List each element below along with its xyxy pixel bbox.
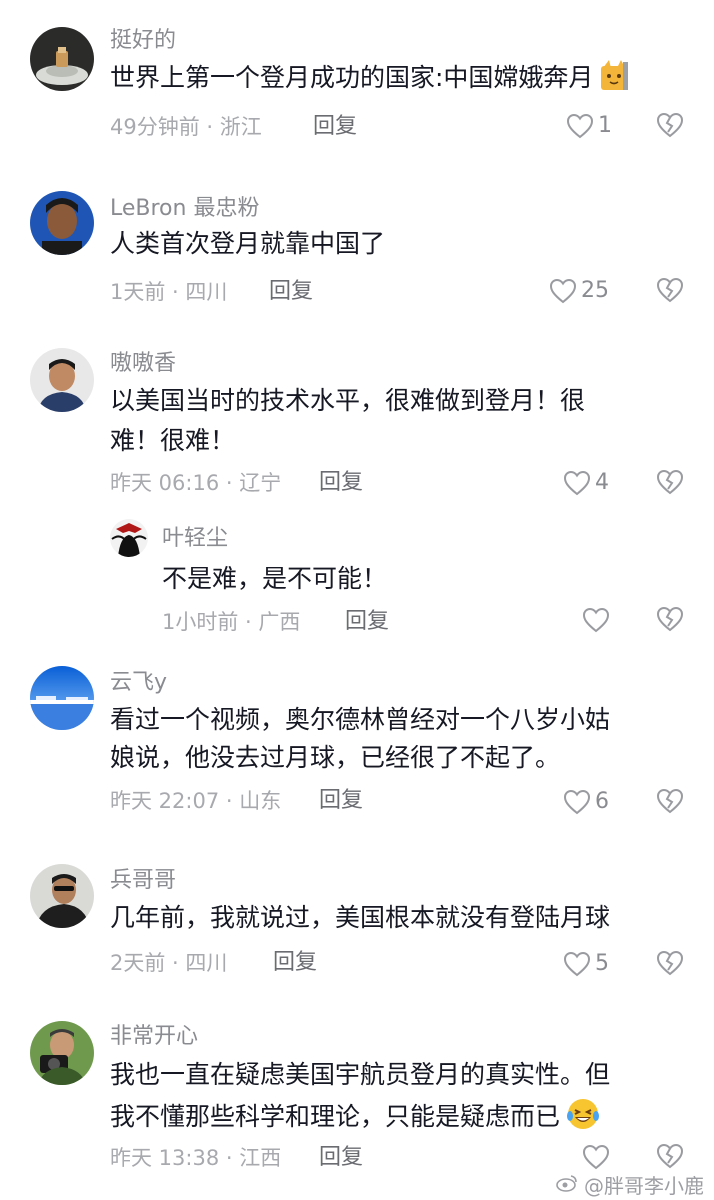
comment-text-line: 我不懂那些科学和理论，只能是疑虑而已 <box>110 1097 610 1141</box>
avatar[interactable] <box>30 191 94 255</box>
dislike-button[interactable] <box>656 1143 684 1171</box>
comment-text: 我也一直在疑虑美国宇航员登月的真实性。但 我不懂那些科学和理论，只能是疑虑而已 <box>110 1057 610 1141</box>
like-count: 25 <box>581 278 609 303</box>
comment-username[interactable]: 非常开心 <box>110 1024 198 1050</box>
weibo-logo-icon <box>556 1173 578 1197</box>
reply-text-line: 不是难，是不可能！ <box>162 564 388 593</box>
broken-heart-icon <box>656 606 684 632</box>
comment-username[interactable]: 挺好的 <box>110 28 176 54</box>
broken-heart-icon <box>656 788 684 814</box>
reply-button[interactable]: 回复 <box>319 470 363 496</box>
avatar[interactable] <box>110 519 148 557</box>
comment-text-line: 人类首次登月就靠中国了 <box>110 229 386 258</box>
comment-text: 看过一个视频，奥尔德林曾经对一个八岁小姑 娘说，他没去过月球，已经很了不起了。 <box>110 702 610 776</box>
dislike-button[interactable] <box>656 950 684 978</box>
reply-button[interactable]: 回复 <box>313 114 357 140</box>
comment-username[interactable]: 云飞y <box>110 670 167 696</box>
like-button[interactable]: 4 <box>563 469 609 497</box>
like-count: 1 <box>598 113 612 138</box>
comment-text-line: 难！很难！ <box>110 426 236 455</box>
like-button[interactable] <box>582 1143 610 1171</box>
comment-text-line: 几年前，我就说过，美国根本就没有登陆月球 <box>110 903 611 932</box>
comment-meta: 昨天 13:38 · 江西 <box>110 1146 282 1170</box>
avatar[interactable] <box>30 666 94 730</box>
comment-username[interactable]: LeBron 最忠粉 <box>110 196 259 222</box>
reply-meta: 1小时前 · 广西 <box>162 610 301 634</box>
dislike-button[interactable] <box>656 277 684 305</box>
comment-text-line-content: 我不懂那些科学和理论，只能是疑虑而已 <box>110 1102 561 1131</box>
comment-text: 几年前，我就说过，美国根本就没有登陆月球 <box>110 900 610 936</box>
broken-heart-icon <box>656 277 684 303</box>
like-button[interactable]: 1 <box>566 112 612 140</box>
heart-icon <box>582 607 610 633</box>
broken-heart-icon <box>656 112 684 138</box>
comment-meta: 昨天 22:07 · 山东 <box>110 789 282 813</box>
heart-icon <box>566 113 594 139</box>
comment-text-line: 娘说，他没去过月球，已经很了不起了。 <box>110 743 561 772</box>
heart-icon <box>582 1144 610 1170</box>
comment-meta: 1天前 · 四川 <box>110 280 228 304</box>
broken-heart-icon <box>656 1143 684 1169</box>
comment-text: 以美国当时的技术水平，很难做到登月！很 难！很难！ <box>110 383 585 459</box>
like-button[interactable]: 25 <box>549 277 609 305</box>
dislike-button[interactable] <box>656 469 684 497</box>
watermark-text: @胖哥李小鹿 <box>584 1174 704 1198</box>
like-button[interactable] <box>582 606 610 634</box>
reply-button[interactable]: 回复 <box>345 609 389 635</box>
heart-icon <box>563 470 591 496</box>
heart-icon <box>563 789 591 815</box>
laughing-tears-emoji-icon <box>566 1097 600 1141</box>
like-count: 5 <box>595 951 609 976</box>
like-button[interactable]: 6 <box>563 788 609 816</box>
comment-meta: 昨天 06:16 · 辽宁 <box>110 471 282 495</box>
comment-text-line: 我也一直在疑虑美国宇航员登月的真实性。但 <box>110 1060 611 1089</box>
comment-text-line: 世界上第一个登月成功的国家:中国嫦娥奔月 <box>110 63 594 92</box>
comment-text: 世界上第一个登月成功的国家:中国嫦娥奔月 <box>110 60 629 102</box>
broken-heart-icon <box>656 950 684 976</box>
dislike-button[interactable] <box>656 788 684 816</box>
avatar[interactable] <box>30 864 94 928</box>
comment-username[interactable]: 嗷嗷香 <box>110 351 176 377</box>
dislike-button[interactable] <box>656 112 684 140</box>
avatar[interactable] <box>30 27 94 91</box>
reply-button[interactable]: 回复 <box>273 950 317 976</box>
dislike-button[interactable] <box>656 606 684 634</box>
broken-heart-icon <box>656 469 684 495</box>
reply-button[interactable]: 回复 <box>319 788 363 814</box>
avatar[interactable] <box>30 1021 94 1085</box>
comment-text-line: 以美国当时的技术水平，很难做到登月！很 <box>110 386 586 415</box>
like-count: 6 <box>595 789 609 814</box>
comment-text: 人类首次登月就靠中国了 <box>110 226 385 262</box>
reply-button[interactable]: 回复 <box>319 1145 363 1171</box>
comment-text-line: 看过一个视频，奥尔德林曾经对一个八岁小姑 <box>110 705 611 734</box>
heart-icon <box>549 278 577 304</box>
watermark: @胖哥李小鹿 <box>556 1170 704 1199</box>
heart-icon <box>563 951 591 977</box>
reply-text: 不是难，是不可能！ <box>162 561 387 597</box>
avatar[interactable] <box>30 348 94 412</box>
reply-button[interactable]: 回复 <box>269 279 313 305</box>
comment-meta: 49分钟前 · 浙江 <box>110 115 262 139</box>
like-button[interactable]: 5 <box>563 950 609 978</box>
reply-username[interactable]: 叶轻尘 <box>162 526 228 552</box>
like-count: 4 <box>595 470 609 495</box>
comment-username[interactable]: 兵哥哥 <box>110 868 176 894</box>
comment-meta: 2天前 · 四川 <box>110 951 228 975</box>
cat-emoji-icon <box>599 60 629 102</box>
